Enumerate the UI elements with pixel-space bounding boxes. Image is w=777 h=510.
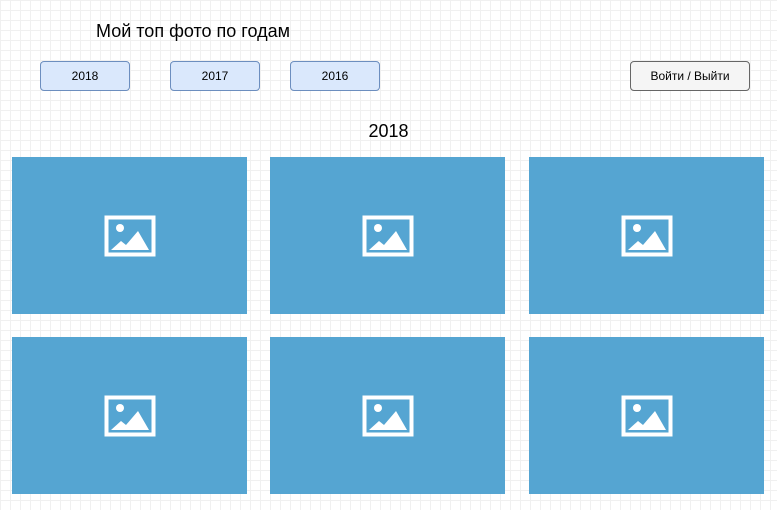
image-placeholder-icon <box>104 395 155 436</box>
photo-tile[interactable] <box>270 337 505 494</box>
page-title: Мой топ фото по годам <box>96 21 290 41</box>
year-tab-2018[interactable]: 2018 <box>40 61 130 91</box>
year-tab-2016[interactable]: 2016 <box>290 61 380 91</box>
photo-tile[interactable] <box>529 157 764 314</box>
photo-tile[interactable] <box>270 157 505 314</box>
image-placeholder-icon <box>621 215 672 256</box>
year-tab-2017[interactable]: 2017 <box>170 61 260 91</box>
photo-tile[interactable] <box>12 157 247 314</box>
photo-tile[interactable] <box>529 337 764 494</box>
image-placeholder-icon <box>362 215 413 256</box>
image-placeholder-icon <box>362 395 413 436</box>
login-logout-button[interactable]: Войти / Выйти <box>630 61 750 91</box>
gallery-year-title: 2018 <box>368 121 409 141</box>
image-placeholder-icon <box>621 395 672 436</box>
image-placeholder-icon <box>104 215 155 256</box>
photo-tile[interactable] <box>12 337 247 494</box>
